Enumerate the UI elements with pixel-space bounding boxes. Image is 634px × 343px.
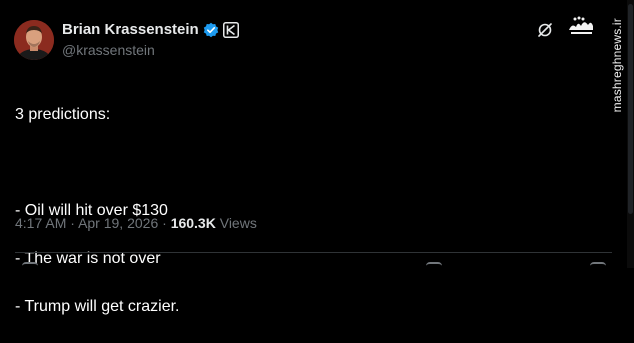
tweet-date[interactable]: Apr 19, 2026 [78,215,158,231]
tweet-time[interactable]: 4:17 AM [15,215,66,231]
grok-icon[interactable] [537,22,553,38]
views-count: 160.3K [170,215,216,231]
watermark-url: mashreghnews.ir [610,18,624,113]
tweet-line: - The war is not over [15,250,161,267]
affiliate-badge-icon[interactable] [222,21,239,38]
avatar[interactable] [14,20,54,60]
author-display-name[interactable]: Brian Krassenstein [62,21,199,38]
share-icon[interactable] [590,262,606,270]
mashregh-logo [566,10,596,40]
tweet-meta: 4:17 AM · Apr 19, 2026 · 160.3K Views [15,215,257,231]
bookmark-icon[interactable] [426,262,442,270]
tweet-line [15,151,179,175]
verified-badge-icon[interactable] [203,22,219,38]
author-name-row[interactable]: Brian Krassenstein [62,21,239,38]
tweet-line: - Trump will get crazier. [15,298,180,315]
profile-photo [14,20,54,60]
reply-icon[interactable] [22,262,38,270]
views-label: Views [219,215,257,231]
divider [15,252,612,253]
tweet-line: 3 predictions: [15,106,111,123]
meta-separator: · [162,215,167,231]
author-handle[interactable]: @krassenstein [62,42,155,58]
meta-separator: · [70,215,75,231]
tweet-body: 3 predictions: - Oil will hit over $130 … [15,79,179,343]
scrollbar-thumb[interactable] [628,4,633,214]
